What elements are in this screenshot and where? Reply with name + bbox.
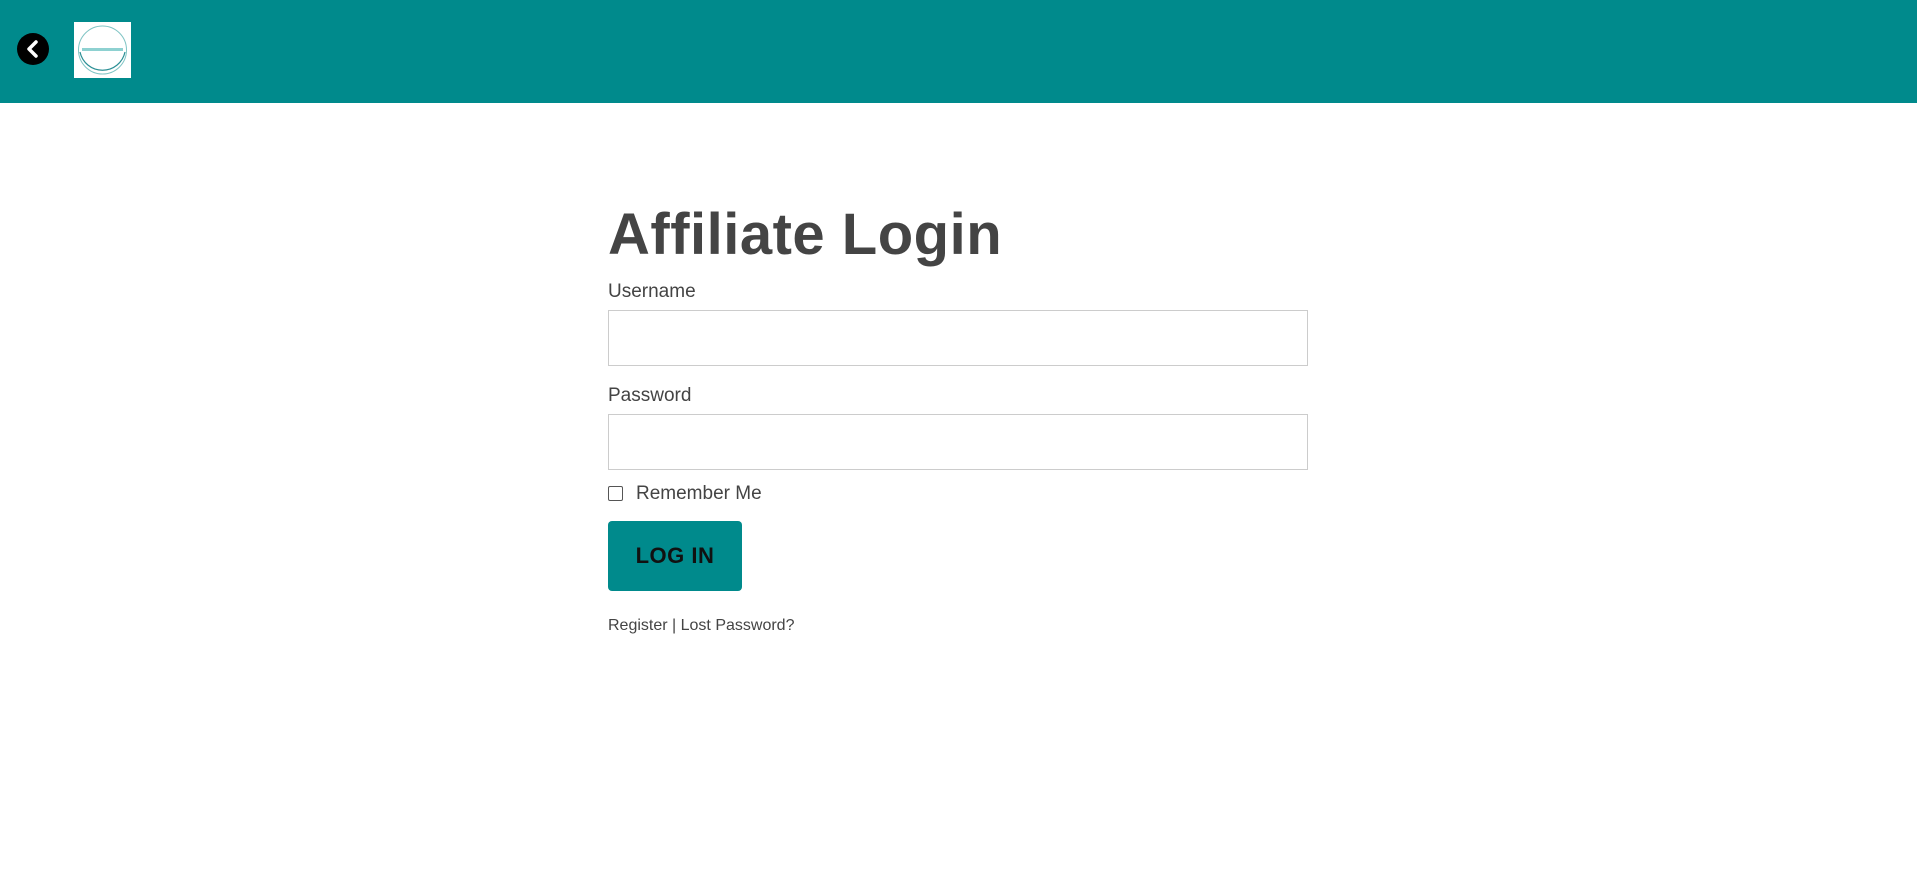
remember-me-label[interactable]: Remember Me xyxy=(636,483,762,505)
site-logo[interactable] xyxy=(74,22,131,78)
username-label: Username xyxy=(608,281,696,302)
top-header-bar xyxy=(0,0,1917,103)
password-input[interactable] xyxy=(608,414,1308,470)
auth-links: Register | Lost Password? xyxy=(608,617,1308,635)
password-label: Password xyxy=(608,385,692,406)
logo-icon xyxy=(78,25,127,75)
page-title: Affiliate Login xyxy=(608,202,1003,267)
chevron-left-icon xyxy=(27,40,38,58)
back-button[interactable] xyxy=(17,33,49,65)
remember-me-row: Remember Me xyxy=(608,483,1308,505)
login-form-container: Affiliate Login Username Password Rememb… xyxy=(608,190,1308,635)
register-link[interactable]: Register xyxy=(608,617,668,634)
remember-me-checkbox[interactable] xyxy=(608,485,623,501)
login-button[interactable]: LOG IN xyxy=(608,521,742,591)
username-input[interactable] xyxy=(608,310,1308,366)
link-separator: | xyxy=(667,617,681,634)
lost-password-link[interactable]: Lost Password? xyxy=(681,617,795,634)
